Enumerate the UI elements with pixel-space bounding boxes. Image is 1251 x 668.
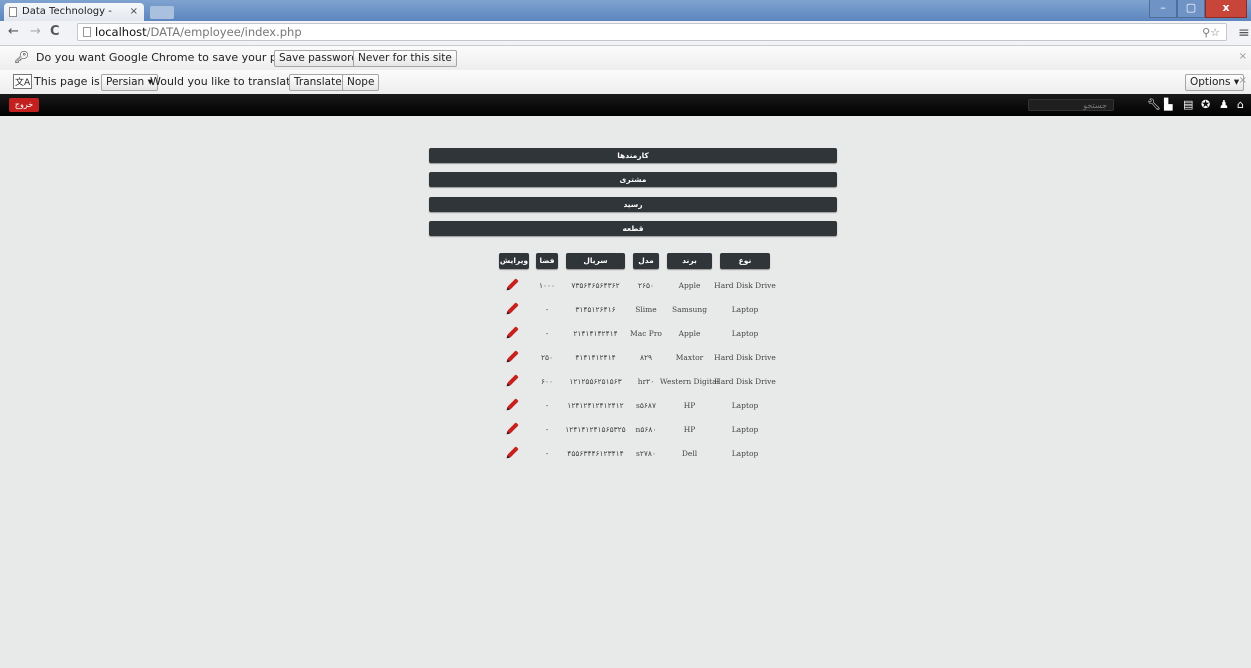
title-bar	[0, 0, 1251, 21]
cell-model: s۵۶۸۷	[636, 401, 656, 410]
column-header-model: مدل	[633, 253, 659, 269]
menu-parts[interactable]: قطعه	[429, 221, 837, 236]
cell-space: -	[545, 449, 549, 458]
cell-space: ۶۰۰	[540, 377, 554, 386]
menu-receipts[interactable]: رسید	[429, 197, 837, 212]
column-header-space: فضا	[536, 253, 558, 269]
cell-space: -	[545, 329, 549, 338]
translate-icon: 文A	[13, 74, 33, 89]
cell-model: hr۲۰	[637, 377, 655, 386]
column-header-type: نوع	[720, 253, 770, 269]
column-header-serial: سریال	[566, 253, 625, 269]
cell-type: Laptop	[731, 401, 759, 410]
cell-serial: ۷۳۵۶۴۶۵۶۴۳۶۲	[571, 281, 620, 290]
cell-model: s۲۷۸۰	[636, 449, 656, 458]
url-field[interactable]: localhost/DATA/employee/index.php ⚲☆	[77, 23, 1227, 41]
cell-type: Hard Disk Drive	[714, 281, 776, 290]
cell-type: Laptop	[731, 449, 759, 458]
zoom-and-bookmark-star-icon[interactable]: ⚲☆	[1202, 26, 1220, 39]
document-icon[interactable]: ▤	[1183, 98, 1193, 112]
cell-model: Mac Pro	[630, 329, 662, 338]
cell-brand: Apple	[678, 329, 701, 338]
cell-serial: ۱۲۴۱۴۱۲۴۱۵۶۵۳۲۵	[565, 425, 626, 434]
cell-serial: ۴۵۵۶۳۴۴۶۱۲۳۴۱۴	[567, 449, 624, 458]
forward-arrow-icon[interactable]: →	[30, 24, 41, 39]
page-icon	[9, 7, 17, 17]
maximize-button[interactable]: ▢	[1177, 0, 1205, 18]
edit-pencil-icon[interactable]	[507, 446, 519, 458]
cell-space: ۱۰۰۰	[538, 281, 556, 290]
options-label: Options	[1190, 76, 1231, 88]
cell-type: Laptop	[731, 425, 759, 434]
edit-pencil-icon[interactable]	[507, 326, 519, 338]
user-icon[interactable]: ♟	[1219, 98, 1229, 112]
cell-brand: Dell	[681, 449, 698, 458]
cell-space: -	[545, 305, 549, 314]
edit-pencil-icon[interactable]	[507, 398, 519, 410]
cell-type: Hard Disk Drive	[714, 377, 776, 386]
cell-model: ۸۲۹	[639, 353, 653, 362]
back-arrow-icon[interactable]: ←	[8, 24, 19, 39]
cell-brand: Maxtor	[675, 353, 704, 362]
cell-brand: HP	[683, 425, 696, 434]
menu-customers[interactable]: مشتری	[429, 172, 837, 187]
minimize-button[interactable]: –	[1149, 0, 1177, 18]
edit-pencil-icon[interactable]	[507, 302, 519, 314]
chrome-menu-icon[interactable]: ≡	[1238, 25, 1250, 41]
cell-serial: ۳۱۴۵۱۲۶۴۱۶	[575, 305, 616, 314]
edit-pencil-icon[interactable]	[507, 422, 519, 434]
address-toolbar: ← → C localhost/DATA/employee/index.php …	[0, 21, 1251, 46]
page-icon	[83, 27, 91, 37]
cell-brand: Samsung	[671, 305, 708, 314]
cell-serial: ۲۱۴۱۴۱۴۲۴۱۴	[573, 329, 618, 338]
key-icon: 🔑︎	[14, 50, 30, 64]
url-path: /DATA/employee/index.php	[146, 25, 302, 39]
never-for-this-site-button[interactable]: Never for this site	[353, 50, 457, 67]
cell-model: n۵۶۸۰	[635, 425, 657, 434]
edit-pencil-icon[interactable]	[507, 350, 519, 362]
cell-space: -	[545, 401, 549, 410]
cell-type: Laptop	[731, 305, 759, 314]
browser-tab[interactable]: Data Technology - Emplo ×	[4, 3, 144, 35]
search-input[interactable]: جستجو	[1028, 99, 1114, 111]
translate-button[interactable]: Translate	[289, 74, 347, 91]
selected-language: Persian	[106, 76, 145, 88]
column-header-edit: ویرایش	[499, 253, 529, 269]
logout-button[interactable]: خروج	[9, 98, 39, 112]
cell-brand: Apple	[678, 281, 701, 290]
close-window-button[interactable]: x	[1205, 0, 1247, 18]
window-controls: – ▢ x	[1149, 0, 1247, 18]
cell-type: Hard Disk Drive	[714, 353, 776, 362]
options-button[interactable]: Options ▾	[1185, 74, 1245, 91]
chart-icon[interactable]: ▙	[1164, 98, 1172, 112]
translate-infobar: 文A This page is in Persian ▾ Would you l…	[0, 70, 1251, 95]
url-host: localhost	[95, 25, 147, 39]
cell-serial: ۴۱۴۱۴۱۲۴۱۴	[575, 353, 616, 362]
save-password-infobar: 🔑︎ Do you want Google Chrome to save you…	[0, 46, 1251, 71]
reload-icon[interactable]: C	[50, 24, 60, 39]
settings-icon[interactable]: ✪	[1201, 98, 1210, 112]
column-header-brand: برند	[667, 253, 712, 269]
menu-employees[interactable]: کارمندها	[429, 148, 837, 163]
nope-button[interactable]: Nope	[342, 74, 380, 91]
cell-brand: Western Digital	[659, 377, 720, 386]
cell-serial: ۱۲۱۲۵۵۶۲۵۱۵۶۳	[569, 377, 622, 386]
close-infobar-icon[interactable]: ×	[1239, 75, 1247, 86]
home-icon[interactable]: ⌂	[1237, 98, 1244, 112]
edit-pencil-icon[interactable]	[507, 374, 519, 386]
cell-space: ۲۵۰	[540, 353, 554, 362]
cell-model: ۲۶۵۰	[637, 281, 655, 290]
cell-space: -	[545, 425, 549, 434]
save-password-button[interactable]: Save password	[274, 50, 363, 67]
close-infobar-icon[interactable]: ×	[1239, 51, 1247, 62]
cell-serial: ۱۲۴۱۲۴۱۲۴۱۲۴۱۲	[567, 401, 624, 410]
new-tab-button[interactable]	[150, 6, 174, 19]
wrench-icon[interactable]: 🔧︎	[1147, 98, 1161, 112]
cell-type: Laptop	[731, 329, 759, 338]
tab-close-icon[interactable]: ×	[130, 3, 138, 21]
cell-brand: HP	[683, 401, 696, 410]
cell-model: Slime	[635, 305, 657, 314]
edit-pencil-icon[interactable]	[507, 278, 519, 290]
